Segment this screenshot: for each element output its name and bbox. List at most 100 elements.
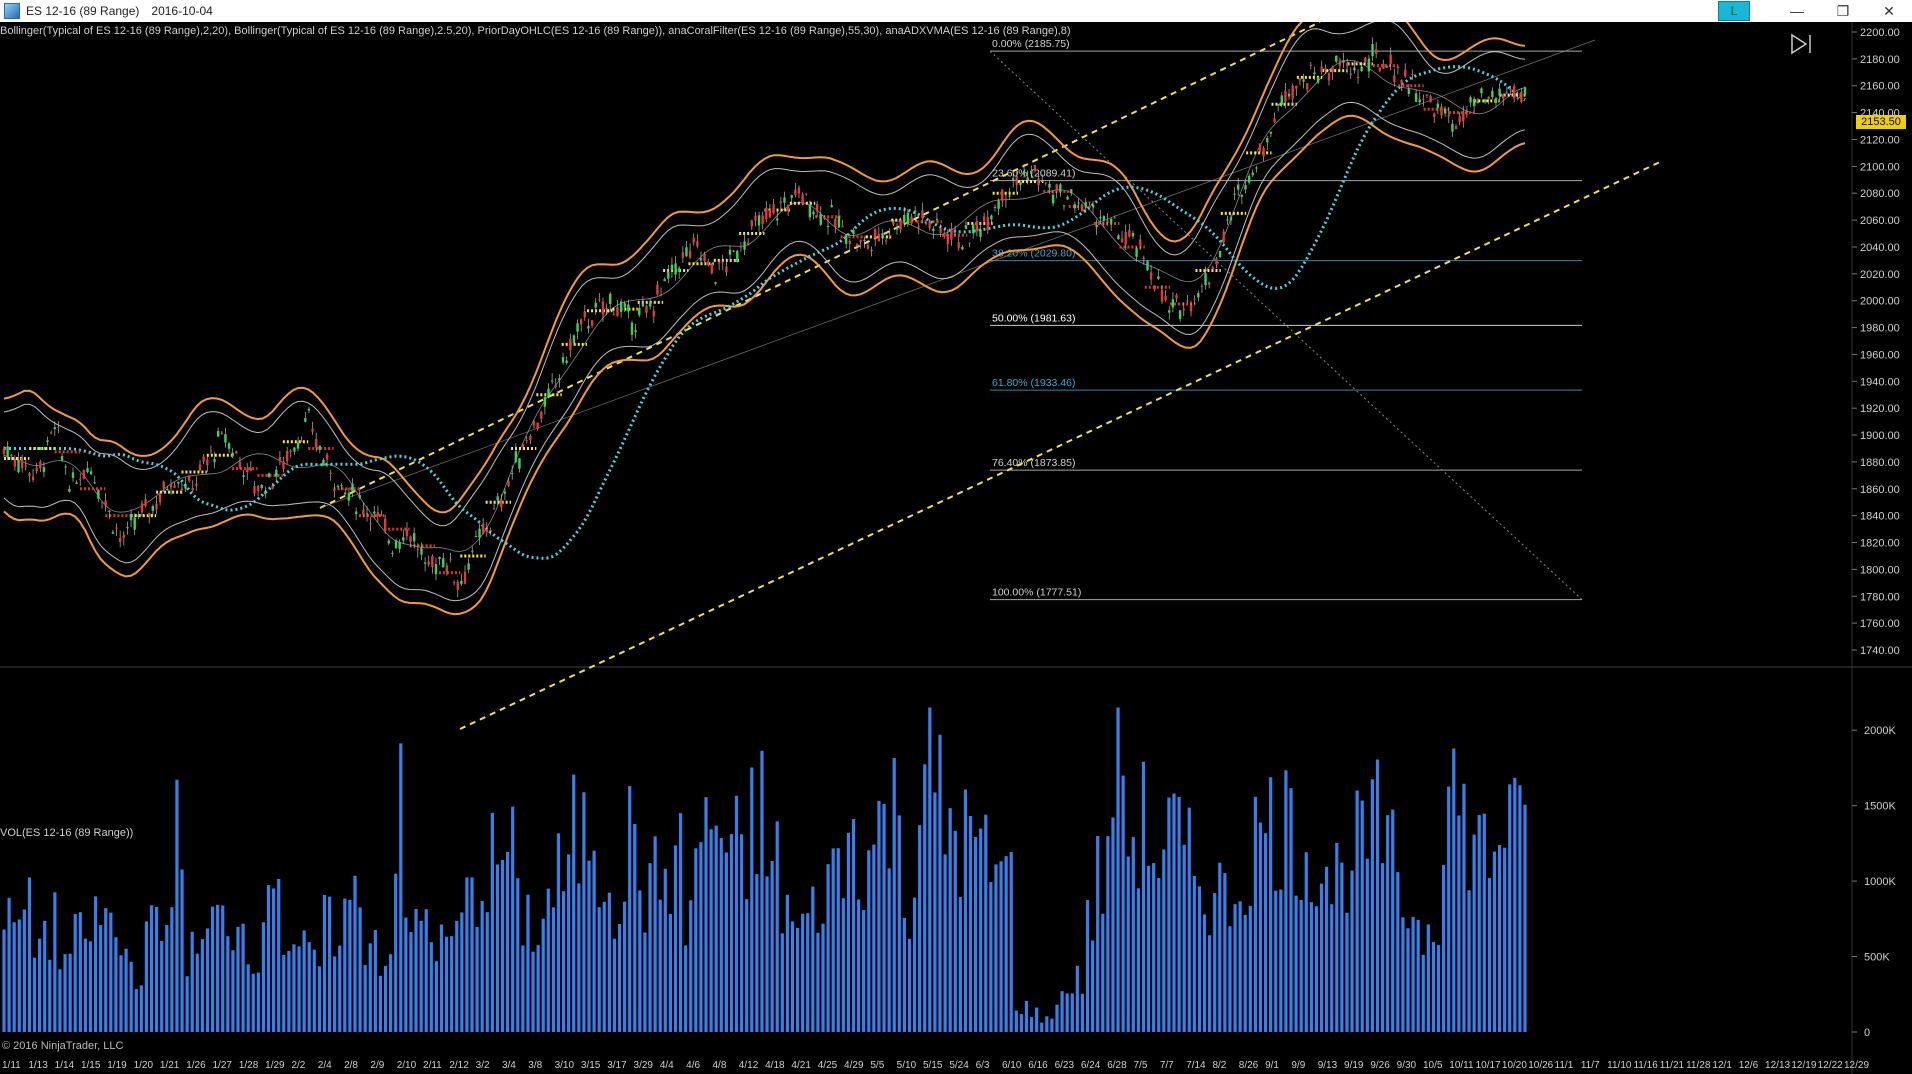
- date-tick-label: 7/7: [1160, 1060, 1174, 1071]
- volume-bar: [765, 876, 769, 1032]
- volume-bar: [200, 939, 204, 1032]
- candle-body: [1131, 232, 1135, 237]
- candle-body: [863, 239, 866, 241]
- candle-body: [1429, 96, 1432, 103]
- candle-body: [347, 493, 351, 501]
- volume-bar: [1380, 863, 1385, 1032]
- candle-body: [1251, 172, 1254, 176]
- close-icon[interactable]: ✕: [1866, 3, 1912, 20]
- candle-body: [1001, 189, 1004, 202]
- volume-bar: [266, 885, 271, 1032]
- candle-body: [1454, 126, 1458, 130]
- candle-body: [1233, 193, 1236, 195]
- candle-body: [46, 440, 49, 442]
- candle-body: [140, 503, 144, 513]
- volume-bar: [272, 888, 276, 1032]
- volume-bar: [806, 913, 810, 1032]
- candle-body: [714, 282, 717, 284]
- volume-bar: [923, 764, 927, 1032]
- candle-body: [220, 432, 224, 435]
- volume-bar: [1009, 852, 1013, 1032]
- candle-body: [1171, 299, 1175, 308]
- candle-body: [518, 458, 521, 469]
- date-tick-label: 3/2: [476, 1060, 490, 1071]
- candle-body: [6, 446, 9, 457]
- fib-level-label: 76.40% (1873.85): [992, 457, 1075, 469]
- date-tick-label: 9/13: [1318, 1060, 1338, 1071]
- volume-tick-label: 1500K: [1864, 801, 1896, 813]
- skip-to-end-icon[interactable]: [1788, 32, 1816, 56]
- candle-body: [148, 512, 151, 516]
- volume-bar: [1462, 783, 1466, 1032]
- candle-body: [892, 222, 895, 225]
- volume-bar: [210, 906, 215, 1032]
- candle-body: [64, 466, 67, 468]
- volume-bar: [322, 894, 327, 1032]
- date-tick-label: 8/26: [1239, 1060, 1259, 1071]
- candle-body: [1109, 218, 1113, 224]
- volume-bar: [1411, 916, 1415, 1032]
- date-tick-label: 6/10: [1002, 1060, 1022, 1071]
- candle-body: [993, 207, 997, 209]
- candle-body: [213, 459, 216, 463]
- candle-body: [275, 469, 278, 477]
- volume-bar: [1157, 877, 1161, 1032]
- price-tick-label: 1880.00: [1860, 457, 1900, 469]
- candle-body: [133, 517, 136, 530]
- link-button[interactable]: L: [1718, 1, 1750, 21]
- volume-bar: [2, 929, 6, 1032]
- minimize-icon[interactable]: —: [1774, 3, 1820, 19]
- volume-bar: [678, 813, 683, 1032]
- volume-bar: [567, 854, 571, 1032]
- volume-bar: [1187, 807, 1191, 1032]
- candle-body: [71, 472, 75, 478]
- restore-icon[interactable]: ❐: [1820, 3, 1866, 20]
- volume-bar: [78, 912, 82, 1032]
- date-tick-label: 1/29: [265, 1060, 285, 1071]
- candle-body: [278, 456, 282, 462]
- candle-body: [1048, 183, 1051, 188]
- window-title: ES 12-16 (89 Range): [26, 4, 140, 18]
- candle-body: [561, 357, 565, 363]
- candle-body: [449, 558, 452, 560]
- candle-body: [1066, 196, 1069, 200]
- volume-bar: [755, 874, 759, 1032]
- candle-body: [325, 454, 329, 460]
- candle-body: [1523, 87, 1527, 96]
- candle-body: [118, 537, 122, 542]
- volume-bar: [1136, 888, 1140, 1032]
- candle-body: [997, 200, 1000, 209]
- price-tick-label: 1780.00: [1860, 591, 1900, 603]
- candle-body: [31, 476, 35, 481]
- volume-bar: [607, 892, 611, 1032]
- volume-bar: [124, 948, 128, 1032]
- volume-bar: [495, 864, 500, 1032]
- volume-bar: [1238, 901, 1242, 1032]
- bollinger-inner-upper: [3, 22, 1526, 527]
- candle-body: [1178, 310, 1182, 319]
- candle-body: [1215, 258, 1218, 265]
- volume-bar: [785, 894, 789, 1032]
- volume-bar: [1452, 748, 1456, 1032]
- candle-body: [68, 488, 71, 492]
- date-tick-label: 1/11: [2, 1060, 21, 1071]
- candle-body: [1041, 180, 1044, 182]
- candle-body: [917, 226, 920, 228]
- date-tick-label: 12/29: [1844, 1060, 1869, 1071]
- volume-bar: [7, 897, 11, 1032]
- candle-body: [394, 540, 398, 549]
- candle-body: [848, 240, 852, 244]
- volume-bar: [897, 815, 901, 1032]
- candle-body: [1324, 68, 1327, 71]
- candle-body: [1019, 181, 1022, 185]
- candle-body: [2, 447, 6, 454]
- price-chart[interactable]: 2200.002180.002160.002140.002120.002100.…: [0, 22, 1912, 1074]
- volume-bar: [872, 844, 876, 1032]
- candle-body: [1207, 282, 1211, 285]
- volume-bar: [617, 924, 622, 1032]
- window-date: 2016-10-04: [151, 4, 213, 18]
- volume-bar: [480, 901, 484, 1032]
- candle-body: [667, 271, 670, 279]
- chart-area[interactable]: 2200.00 2180.00 2160.00 2140.00 2120.00 2100.…: [0, 22, 1912, 1074]
- volume-bar: [1335, 842, 1339, 1032]
